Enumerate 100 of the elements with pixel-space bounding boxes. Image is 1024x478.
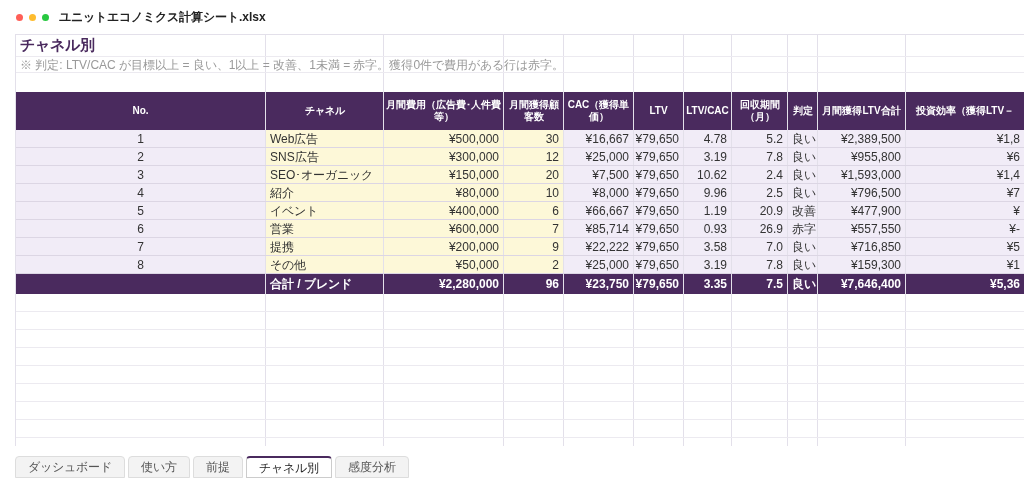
table-cell: 良い: [792, 130, 816, 147]
table-cell: 7.8: [766, 256, 783, 273]
table-cell: 4.78: [703, 130, 727, 147]
table-cell: イベント: [270, 202, 318, 219]
table-cell: ¥79,650: [635, 238, 679, 255]
table-cell: ¥1,4: [996, 166, 1020, 183]
table-cell: 3.19: [703, 148, 727, 165]
table-cell: ¥955,800: [850, 148, 901, 165]
table-cell: ¥557,550: [850, 220, 901, 237]
total-cell-text: ¥7,646,400: [840, 276, 901, 293]
column-header: No.: [132, 105, 149, 117]
table-cell: ¥-: [1009, 220, 1020, 237]
total-cell-text: 合計 / ブレンド: [270, 276, 352, 293]
table-cell: 30: [545, 130, 559, 147]
column-header: 投資効率（獲得LTV－: [915, 105, 1015, 117]
table-cell: ¥80,000: [455, 184, 499, 201]
table-cell: ¥2,389,500: [840, 130, 901, 147]
table-cell: 改善: [792, 202, 816, 219]
total-cell-text: ¥5,36: [989, 276, 1020, 293]
table-cell: 9.96: [703, 184, 727, 201]
sheet-tab[interactable]: 前提: [193, 456, 243, 478]
table-cell: ¥1,8: [996, 130, 1020, 147]
table-cell: 提携: [270, 238, 294, 255]
table-cell: ¥79,650: [635, 220, 679, 237]
table-cell: 2: [137, 148, 144, 165]
table-cell: ¥7,500: [592, 166, 629, 183]
table-cell: 8: [137, 256, 144, 273]
table-cell: 2.5: [766, 184, 783, 201]
table-cell: ¥159,300: [850, 256, 901, 273]
table-cell: ¥25,000: [585, 256, 629, 273]
table-cell: 営業: [270, 220, 294, 237]
table-cell: ¥796,500: [850, 184, 901, 201]
sheet-tab[interactable]: 感度分析: [335, 456, 409, 478]
table-cell: SEO･オーガニック: [270, 166, 374, 183]
table-cell: 良い: [792, 238, 816, 255]
table-cell: ¥79,650: [635, 202, 679, 219]
table-cell: 良い: [792, 184, 816, 201]
table-cell: ¥50,000: [455, 256, 499, 273]
total-cell-text: 7.5: [766, 276, 783, 293]
sheet-tab[interactable]: ダッシュボード: [15, 456, 125, 478]
table-cell: 7: [552, 220, 559, 237]
table-cell: ¥716,850: [850, 238, 901, 255]
total-cell-text: ¥23,750: [585, 276, 629, 293]
window-title: ユニットエコノミクス計算シート.xlsx: [59, 9, 266, 26]
table-cell: 20: [545, 166, 559, 183]
table-cell: ¥79,650: [635, 184, 679, 201]
column-header: LTV: [649, 105, 668, 117]
table-cell: その他: [270, 256, 306, 273]
total-cell-text: ¥2,280,000: [438, 276, 499, 293]
table-cell: ¥400,000: [448, 202, 499, 219]
table-cell: 10.62: [696, 166, 727, 183]
table-cell: ¥: [1013, 202, 1020, 219]
table-cell: 26.9: [759, 220, 783, 237]
table-cell: 良い: [792, 166, 816, 183]
table-cell: 4: [137, 184, 144, 201]
table-cell: 3.58: [703, 238, 727, 255]
table-cell: ¥22,222: [585, 238, 629, 255]
table-cell: ¥500,000: [448, 130, 499, 147]
column-header: CAC（獲得単価）: [566, 99, 631, 123]
column-header: 判定: [792, 105, 813, 117]
table-cell: 3.19: [703, 256, 727, 273]
table-cell: 12: [545, 148, 559, 165]
table-cell: ¥79,650: [635, 130, 679, 147]
table-cell: 良い: [792, 148, 816, 165]
table-cell: 良い: [792, 256, 816, 273]
note-text: ※ 判定: LTV/CAC が目標以上 = 良い、1以上 = 改善、1未満 = 赤字。獲得0件で費用がある行は赤字。: [19, 56, 565, 74]
table-cell: ¥79,650: [635, 148, 679, 165]
table-cell: ¥600,000: [448, 220, 499, 237]
total-cell-text: 良い: [792, 276, 816, 293]
column-header: 月間費用（広告費･人件費等）: [386, 99, 501, 123]
column-header: 回収期間（月）: [738, 99, 781, 123]
sheet-title: チャネル別: [19, 35, 95, 56]
total-cell-text: 96: [545, 276, 559, 293]
table-cell: 紹介: [270, 184, 294, 201]
table-cell: Web広告: [270, 130, 319, 147]
table-cell: ¥7: [1006, 184, 1020, 201]
table-cell: ¥5: [1006, 238, 1020, 255]
table-cell: 20.9: [759, 202, 783, 219]
total-cell-text: 3.35: [703, 276, 727, 293]
table-cell: ¥25,000: [585, 148, 629, 165]
table-cell: 6: [137, 220, 144, 237]
table-cell: 赤字: [792, 220, 816, 237]
table-cell: 2.4: [766, 166, 783, 183]
table-cell: ¥477,900: [850, 202, 901, 219]
table-cell: ¥1,593,000: [840, 166, 901, 183]
sheet-tab[interactable]: チャネル別: [246, 456, 332, 478]
table-cell: ¥85,714: [585, 220, 629, 237]
table-cell: ¥79,650: [635, 166, 679, 183]
table-cell: 3: [137, 166, 144, 183]
table-cell: ¥66,667: [585, 202, 629, 219]
table-cell: 2: [552, 256, 559, 273]
table-cell: SNS広告: [270, 148, 319, 165]
sheet-tab[interactable]: 使い方: [128, 456, 190, 478]
table-cell: 6: [552, 202, 559, 219]
table-cell: ¥16,667: [585, 130, 629, 147]
table-cell: 1: [137, 130, 144, 147]
table-cell: 7.0: [766, 238, 783, 255]
column-header: 月間獲得顧客数: [507, 99, 560, 123]
table-cell: ¥6: [1006, 148, 1020, 165]
table-cell: 0.93: [703, 220, 727, 237]
